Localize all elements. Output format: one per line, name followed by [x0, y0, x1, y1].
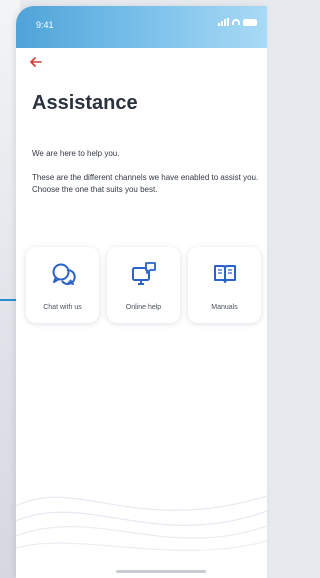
manuals-button[interactable]: Manuals	[188, 247, 261, 323]
chat-bubbles-icon	[50, 261, 76, 292]
open-book-icon	[212, 261, 238, 292]
chat-with-us-button[interactable]: Chat with us	[26, 247, 99, 323]
signal-icon	[218, 18, 229, 26]
online-help-button[interactable]: Online help	[107, 247, 180, 323]
intro-description: These are the different channels we have…	[32, 173, 259, 194]
chat-with-us-label: Chat with us	[43, 304, 82, 311]
wifi-icon	[232, 19, 240, 25]
online-help-label: Online help	[125, 304, 162, 311]
channel-list: Chat with us Online help Manuals	[26, 247, 261, 323]
status-bar: 9:41	[16, 6, 267, 48]
back-arrow-icon[interactable]	[30, 56, 46, 72]
status-icons	[218, 18, 257, 26]
intro-heading: We are here to help you.	[32, 149, 120, 158]
page-title: Assistance	[32, 92, 138, 114]
manuals-label: Manuals	[211, 304, 238, 311]
decorative-waves	[16, 495, 267, 551]
status-time: 9:41	[36, 20, 54, 30]
phone-screen: 9:41 Assistance We are here to help you.…	[16, 6, 267, 578]
monitor-chat-icon	[131, 261, 157, 292]
home-indicator[interactable]	[116, 570, 206, 573]
battery-icon	[243, 18, 257, 26]
